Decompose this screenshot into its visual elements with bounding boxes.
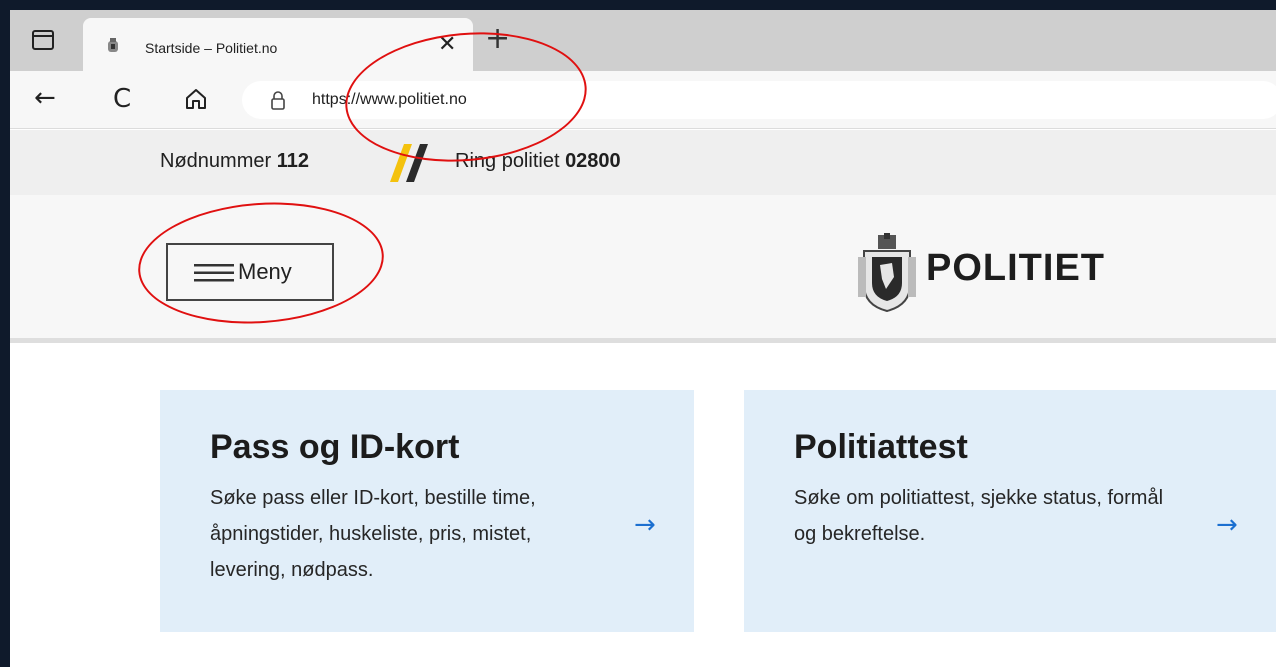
card-description: Søke pass eller ID-kort, bestille time, …	[210, 487, 536, 581]
site-header: Meny POLITIET	[10, 195, 1276, 343]
emergency-number-label: Nødnummer 112	[160, 150, 309, 172]
emergency-number[interactable]: 112	[277, 150, 309, 172]
tab-title: Startside – Politiet.no	[145, 40, 278, 56]
tab-bar: Startside – Politiet.no ✕ +	[10, 10, 1276, 71]
card-politiattest[interactable]: Politiattest Søke om politiattest, sjekk…	[744, 390, 1276, 632]
police-crest-icon	[108, 38, 118, 52]
lock-icon[interactable]	[270, 90, 286, 110]
menu-label: Meny	[238, 259, 292, 284]
police-crest-icon[interactable]	[856, 233, 918, 313]
tab-actions-icon[interactable]	[32, 30, 54, 50]
arrow-right-icon[interactable]: →	[634, 510, 656, 540]
hamburger-icon	[194, 264, 234, 282]
tab-startside[interactable]: Startside – Politiet.no ✕	[83, 18, 473, 71]
arrow-right-icon[interactable]: →	[1216, 510, 1238, 540]
back-arrow-icon[interactable]: ←	[34, 83, 56, 113]
url-text[interactable]: https://www.politiet.no	[312, 91, 467, 109]
close-icon[interactable]: ✕	[438, 32, 456, 57]
plus-icon[interactable]: +	[485, 24, 510, 54]
card-title[interactable]: Politiattest	[794, 428, 968, 467]
emergency-strip: Nødnummer 112 Ring politiet 02800	[10, 130, 1276, 195]
reload-icon[interactable]: C	[113, 84, 131, 114]
home-icon[interactable]	[185, 88, 207, 110]
card-description: Søke om politiattest, sjekke status, for…	[794, 487, 1164, 545]
card-pass-og-id-kort[interactable]: Pass og ID-kort Søke pass eller ID-kort,…	[160, 390, 694, 632]
divider-slash-icon	[390, 144, 428, 182]
address-bar[interactable]: https://www.politiet.no	[242, 81, 1276, 119]
police-number[interactable]: 02800	[565, 150, 621, 172]
card-title[interactable]: Pass og ID-kort	[210, 428, 459, 467]
logo-text[interactable]: POLITIET	[926, 247, 1105, 290]
browser-window: Startside – Politiet.no ✕ + ← C https://…	[10, 10, 1276, 667]
address-toolbar: ← C https://www.politiet.no	[10, 71, 1276, 129]
police-number-label: Ring politiet 02800	[455, 150, 621, 172]
menu-button[interactable]: Meny	[166, 243, 334, 301]
